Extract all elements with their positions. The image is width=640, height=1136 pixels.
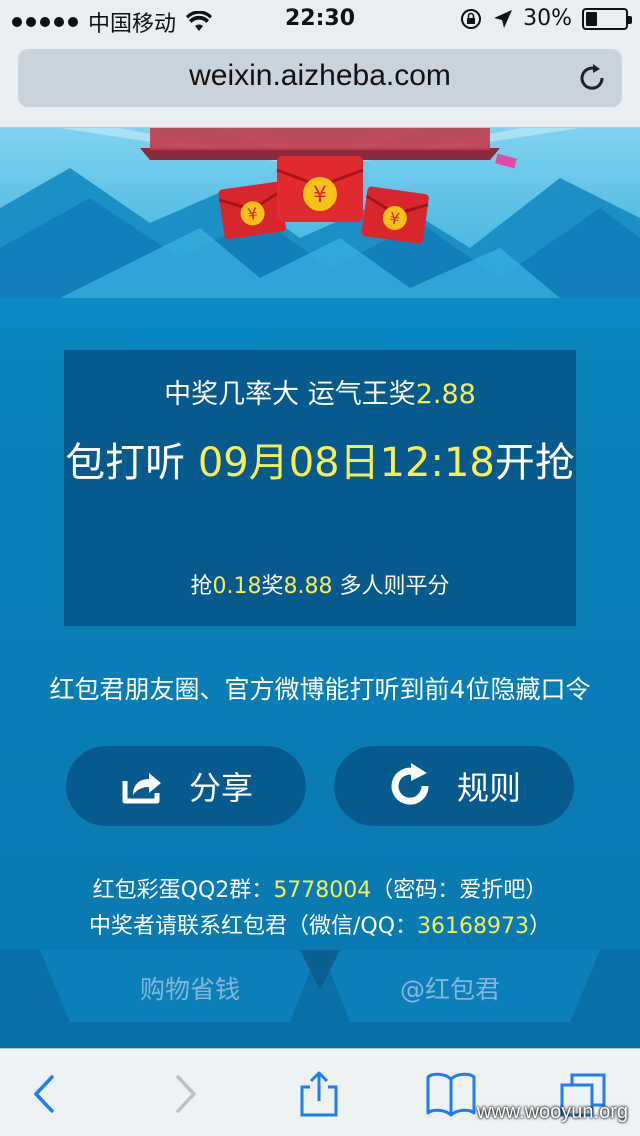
promo-title: 包打听 — [65, 440, 198, 486]
winner-contact-info: 中奖者请联系红包君（微信/QQ：36168973） — [0, 908, 640, 940]
status-bar: 中国移动 22:30 30% — [0, 0, 640, 40]
address-bar[interactable]: weixin.aizheba.com — [18, 49, 622, 107]
tab-hongbaojun[interactable]: @红包君 — [330, 970, 570, 1006]
bookmarks-icon[interactable] — [426, 1071, 476, 1117]
grab-value: 0.18 — [212, 574, 262, 599]
qq-group-info: 红包彩蛋QQ2群：5778004（密码：爱折吧） — [0, 872, 640, 904]
battery-percent: 30% — [523, 6, 572, 31]
contact-suffix: ） — [529, 914, 552, 939]
qq-group-number: 5778004 — [273, 878, 372, 903]
url-text[interactable]: weixin.aizheba.com — [18, 59, 622, 93]
contact-number: 36168973 — [417, 914, 529, 939]
status-right: 30% — [459, 6, 632, 31]
prize-amounts: 抢0.18奖8.88 多人则平分 — [64, 568, 576, 600]
bottom-tabs: 购物省钱 @红包君 — [0, 950, 640, 1048]
refresh-icon — [391, 763, 429, 805]
lucky-prize-value: 2.88 — [415, 379, 476, 410]
promo-start-label: 开抢 — [494, 440, 575, 486]
reload-icon[interactable] — [576, 62, 608, 94]
red-envelope-center: ¥ — [276, 156, 364, 222]
share-sheet-icon[interactable] — [294, 1071, 344, 1117]
contact-label: 中奖者请联系红包君（微信/QQ： — [88, 914, 418, 939]
forward-icon[interactable] — [160, 1071, 210, 1117]
hero-banner: ¥ ¥ ¥ — [0, 128, 640, 328]
promo-odds: 中奖几率大 运气王奖2.88 — [64, 372, 576, 411]
prize-label: 奖 — [261, 574, 284, 599]
browser-address-area: weixin.aizheba.com — [0, 40, 640, 128]
split-note: 多人则平分 — [332, 574, 450, 599]
red-envelope-right: ¥ — [361, 186, 429, 244]
promo-start-time: 包打听 09月08日12:18开抢 — [64, 436, 576, 490]
browser-toolbar: www.wooyun.org — [0, 1048, 640, 1136]
back-icon[interactable] — [20, 1071, 70, 1117]
promo-odds-text: 中奖几率大 运气王奖 — [164, 379, 416, 410]
battery-icon — [582, 7, 632, 30]
rules-button-label: 规则 — [456, 769, 521, 807]
promo-panel: 中奖几率大 运气王奖2.88 包打听 09月08日12:18开抢 抢0.18奖8… — [64, 350, 576, 626]
rules-button[interactable]: 规则 — [334, 746, 574, 826]
qq-group-password: （密码：爱折吧） — [371, 878, 548, 903]
share-button-label: 分享 — [188, 769, 253, 807]
grab-label: 抢 — [190, 574, 213, 599]
share-icon — [122, 773, 161, 804]
rotation-lock-icon — [461, 8, 482, 29]
svg-text:¥: ¥ — [313, 183, 327, 208]
watermark: www.wooyun.org — [476, 1101, 628, 1123]
battery-fill — [586, 11, 597, 26]
red-envelope-left: ¥ — [218, 181, 286, 239]
page-content: ¥ ¥ ¥ 中奖几率大 运气王奖2.88 包打听 09月08日12:18开抢 抢… — [0, 128, 640, 1048]
qq-group-label: 红包彩蛋QQ2群： — [92, 878, 274, 903]
tab-shopping[interactable]: 购物省钱 — [70, 970, 310, 1006]
prize-value: 8.88 — [283, 574, 333, 599]
start-datetime: 09月08日12:18 — [197, 440, 495, 486]
hidden-code-notice: 红包君朋友圈、官方微博能打听到前4位隐藏口令 — [49, 675, 591, 704]
share-button[interactable]: 分享 — [66, 746, 306, 826]
location-arrow-icon — [494, 9, 513, 28]
